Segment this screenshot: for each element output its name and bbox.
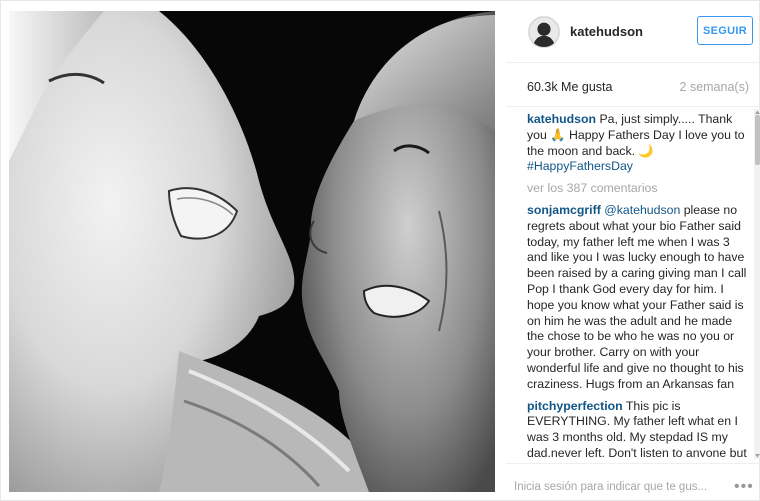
scroll-down-arrow-icon[interactable] [754,453,760,459]
photo-image [9,11,495,492]
comments-scrollbar[interactable] [754,109,760,459]
comment-item: sonjamcgriff @katehudson please no regre… [527,203,749,393]
post-frame: katehudson SEGUIR 60.3k Me gusta 2 seman… [0,0,760,501]
post-photo[interactable] [9,11,495,492]
caption-hashtag[interactable]: #HappyFathersDay [527,159,633,173]
likes-count[interactable]: 60.3k Me gusta [527,80,612,94]
post-time[interactable]: 2 semana(s) [680,80,749,94]
caption: katehudson Pa, just simply..... Thank yo… [527,112,749,175]
login-to-like-link[interactable]: Inicia sesión para indicar que te gus... [514,481,707,493]
comment-username[interactable]: sonjamcgriff [527,203,601,217]
comments-list: katehudson Pa, just simply..... Thank yo… [527,112,749,457]
comment-mention[interactable]: @katehudson [604,203,680,217]
caption-username[interactable]: katehudson [527,112,596,126]
post-footer: Inicia sesión para indicar que te gus...… [506,463,760,501]
comment-username[interactable]: pitchyperfection [527,399,623,413]
post-side-panel: katehudson SEGUIR 60.3k Me gusta 2 seman… [506,1,760,501]
view-all-comments-link[interactable]: ver los 387 comentarios [527,181,749,197]
comment-text: please no regrets about what your bio Fa… [527,202,747,391]
header-username[interactable]: katehudson [570,24,643,39]
follow-button[interactable]: SEGUIR [697,16,753,45]
more-options-icon[interactable]: ••• [734,478,754,496]
avatar-image [529,17,559,47]
post-stats: 60.3k Me gusta 2 semana(s) [506,63,760,107]
comment-item: pitchyperfection This pic is EVERYTHING.… [527,399,749,457]
avatar[interactable] [528,16,560,48]
post-header: katehudson SEGUIR [506,1,760,63]
scrollbar-thumb[interactable] [755,115,760,165]
